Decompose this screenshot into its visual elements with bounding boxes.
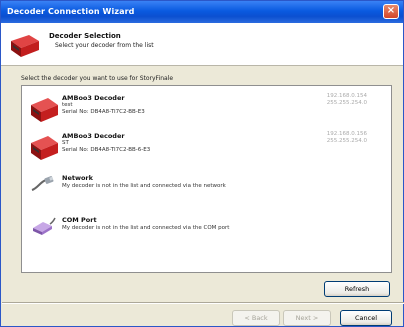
cancel-button[interactable]: Cancel (340, 310, 392, 326)
decoder-name: AMBoo3 Decoder (62, 94, 125, 102)
decoder-label: test (62, 102, 73, 108)
window-title: Decoder Connection Wizard (7, 7, 135, 16)
footer-divider (2, 302, 404, 304)
decoder-serial: Serial No: DB4A8-TI7C2-BB-6-E3 (62, 147, 151, 153)
title-bar[interactable]: Decoder Connection Wizard × (1, 1, 403, 23)
decoder-ip: 192.168.0.156 (326, 131, 367, 137)
com-port-title: COM Port (62, 216, 97, 224)
header-title: Decoder Selection (49, 32, 121, 40)
network-description: My decoder is not in the list and connec… (62, 183, 226, 189)
decoder-device-icon (28, 132, 60, 164)
close-button[interactable]: × (383, 4, 399, 19)
decoder-name: AMBoo3 Decoder (62, 132, 125, 140)
instruction-text: Select the decoder you want to use for S… (21, 75, 174, 82)
wizard-window: Decoder Connection Wizard × Decoder Sele… (0, 0, 404, 327)
next-button[interactable]: Next > (283, 310, 331, 326)
decoder-device-icon (28, 94, 60, 126)
back-button[interactable]: < Back (232, 310, 280, 326)
decoder-device-icon (7, 31, 41, 61)
decoder-list[interactable]: AMBoo3 Decoder test Serial No: DB4A8-TI7… (21, 85, 392, 273)
header-subtitle: Select your decoder from the list (55, 42, 154, 49)
decoder-label: ST (62, 140, 69, 146)
list-item-decoder[interactable]: AMBoo3 Decoder ST Serial No: DB4A8-TI7C2… (22, 126, 391, 166)
com-port-icon (30, 216, 56, 240)
list-item-decoder[interactable]: AMBoo3 Decoder test Serial No: DB4A8-TI7… (22, 88, 391, 128)
com-port-description: My decoder is not in the list and connec… (62, 225, 230, 231)
decoder-mask: 255.255.254.0 (326, 100, 367, 106)
network-title: Network (62, 174, 93, 182)
list-item-network[interactable]: Network My decoder is not in the list an… (22, 170, 391, 210)
network-cable-icon (30, 174, 56, 198)
decoder-serial: Serial No: DB4A8-TI7C2-BB-E3 (62, 109, 145, 115)
list-item-com-port[interactable]: COM Port My decoder is not in the list a… (22, 212, 391, 252)
decoder-mask: 255.255.254.0 (326, 138, 367, 144)
wizard-header: Decoder Selection Select your decoder fr… (1, 23, 403, 66)
decoder-ip: 192.168.0.154 (326, 93, 367, 99)
refresh-button[interactable]: Refresh (324, 281, 390, 297)
